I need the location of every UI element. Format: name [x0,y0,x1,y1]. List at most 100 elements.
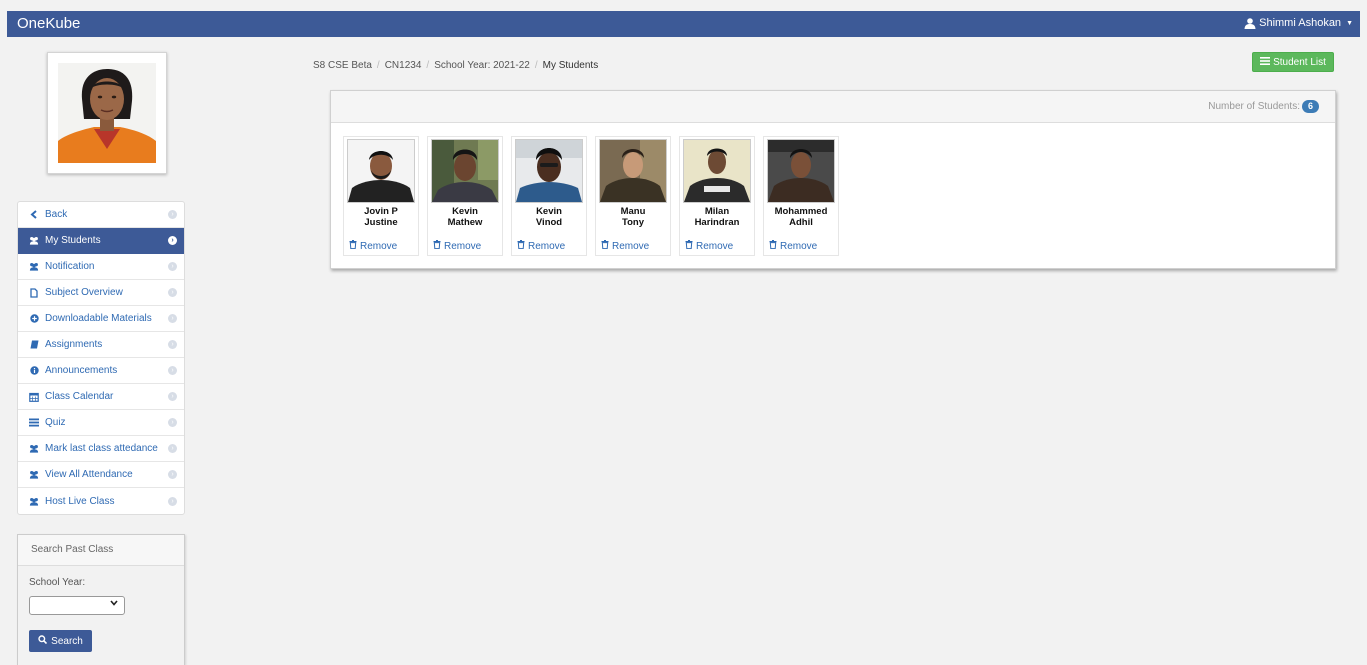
student-cards: Jovin P Justine Remove Kevin Mathew Remo… [343,136,839,256]
user-name: Shimmi Ashokan [1259,17,1342,29]
breadcrumb: S8 CSE Beta / CN1234/School Year: 2021-22/… [313,60,599,71]
list-icon [29,418,39,428]
users-icon [29,496,39,506]
user-icon [1244,17,1256,29]
student-photo[interactable] [515,139,583,203]
search-past-class-panel: Search Past Class School Year: Search [17,534,185,665]
users-icon [29,470,39,480]
sidebar-item-view-all-attendance[interactable]: View All Attendance › [18,462,184,488]
search-panel-title: Search Past Class [18,535,184,566]
arrow-circle-right-icon: › [168,236,177,245]
brand-logo[interactable]: OneKube [17,15,80,32]
student-last-name: Harindran [694,217,740,228]
users-icon [29,262,39,272]
sidebar-item-label: Subject Overview [45,287,123,298]
sidebar-item-label: Quiz [45,417,66,428]
teacher-avatar [47,52,167,174]
remove-label: Remove [696,240,734,252]
sidebar-item-host-live-class[interactable]: Host Live Class › [18,488,184,514]
sidebar-item-announcements[interactable]: Announcements › [18,358,184,384]
arrow-circle-right-icon: › [168,418,177,427]
remove-label: Remove [612,240,650,252]
trash-icon [517,240,525,252]
remove-link[interactable]: Remove [601,240,649,252]
trash-icon [601,240,609,252]
arrow-circle-right-icon: › [168,314,177,323]
arrow-circle-right-icon: › [168,444,177,453]
search-icon [38,635,48,647]
breadcrumb-item[interactable]: CN1234 [385,60,422,71]
student-name: Kevin Mathew [428,206,502,228]
student-first-name: Milan [704,206,730,217]
student-card: Milan Harindran Remove [679,136,755,256]
trash-icon [433,240,441,252]
arrow-circle-right-icon: › [168,288,177,297]
sidebar-item-notification[interactable]: Notification › [18,254,184,280]
student-photo[interactable] [683,139,751,203]
sidebar-item-label: Host Live Class [45,495,115,507]
sidebar-item-label: Notification [45,261,95,272]
plus-circle-icon [29,314,39,324]
remove-link[interactable]: Remove [349,240,397,252]
student-last-name: Vinod [535,217,563,228]
sidebar-item-downloadable-materials[interactable]: Downloadable Materials › [18,306,184,332]
remove-label: Remove [360,240,398,252]
arrow-circle-right-icon: › [168,470,177,479]
remove-link[interactable]: Remove [685,240,733,252]
student-list-button[interactable]: Student List [1252,52,1334,72]
school-year-label: School Year: [29,577,86,588]
search-button[interactable]: Search [29,630,92,652]
arrow-circle-right-icon: › [168,366,177,375]
arrow-circle-right-icon: › [168,210,177,219]
breadcrumb-item[interactable]: S8 CSE Beta [313,60,372,71]
arrow-circle-right-icon: › [168,392,177,401]
sidebar-item-subject-overview[interactable]: Subject Overview › [18,280,184,306]
student-first-name: Kevin [536,206,562,217]
student-count-badge: 6 [1301,100,1319,113]
student-count-label: Number of Students: [1208,101,1300,112]
search-button-label: Search [51,635,83,647]
remove-link[interactable]: Remove [517,240,565,252]
top-navbar: OneKube Shimmi Ashokan ▼ [7,11,1360,37]
sidebar-menu: Back › My Students › Notification › Subj… [17,201,185,515]
arrow-circle-right-icon: › [168,496,177,506]
student-card: Kevin Mathew Remove [427,136,503,256]
student-last-name: Adhil [789,217,813,228]
student-photo[interactable] [767,139,835,203]
sidebar-item-assignments[interactable]: Assignments › [18,332,184,358]
student-photo[interactable] [431,139,499,203]
user-menu[interactable]: Shimmi Ashokan ▼ [1244,17,1353,29]
teacher-photo [58,63,156,163]
student-photo[interactable] [347,139,415,203]
sidebar-item-class-calendar[interactable]: Class Calendar › [18,384,184,410]
student-first-name: Kevin [452,206,478,217]
remove-link[interactable]: Remove [769,240,817,252]
book-icon [29,340,39,350]
remove-label: Remove [444,240,482,252]
file-icon [29,287,39,298]
sidebar-item-my-students[interactable]: My Students › [18,228,184,254]
sidebar-item-back[interactable]: Back › [18,202,184,228]
trash-icon [685,240,693,252]
student-card: Kevin Vinod Remove [511,136,587,256]
student-list-label: Student List [1273,56,1326,68]
school-year-select[interactable] [29,596,125,615]
sidebar-item-label: My Students [45,235,101,246]
sidebar-item-label: Downloadable Materials [45,313,152,324]
calendar-icon [29,392,39,402]
student-name: Manu Tony [596,206,670,228]
remove-label: Remove [528,240,566,252]
student-last-name: Tony [622,217,644,228]
caret-down-icon: ▼ [1346,19,1353,27]
chevron-down-icon [110,599,118,608]
info-icon [29,366,39,376]
breadcrumb-current: My Students [542,60,599,71]
remove-link[interactable]: Remove [433,240,481,252]
sidebar-item-label: Announcements [45,365,118,376]
student-first-name: Mohammed [774,206,828,217]
student-photo[interactable] [599,139,667,203]
student-name: Mohammed Adhil [764,206,838,228]
sidebar-item-quiz[interactable]: Quiz › [18,410,184,436]
sidebar-item-mark-attendance[interactable]: Mark last class attedance › [18,436,184,462]
breadcrumb-item[interactable]: School Year: 2021-22 [434,60,530,71]
